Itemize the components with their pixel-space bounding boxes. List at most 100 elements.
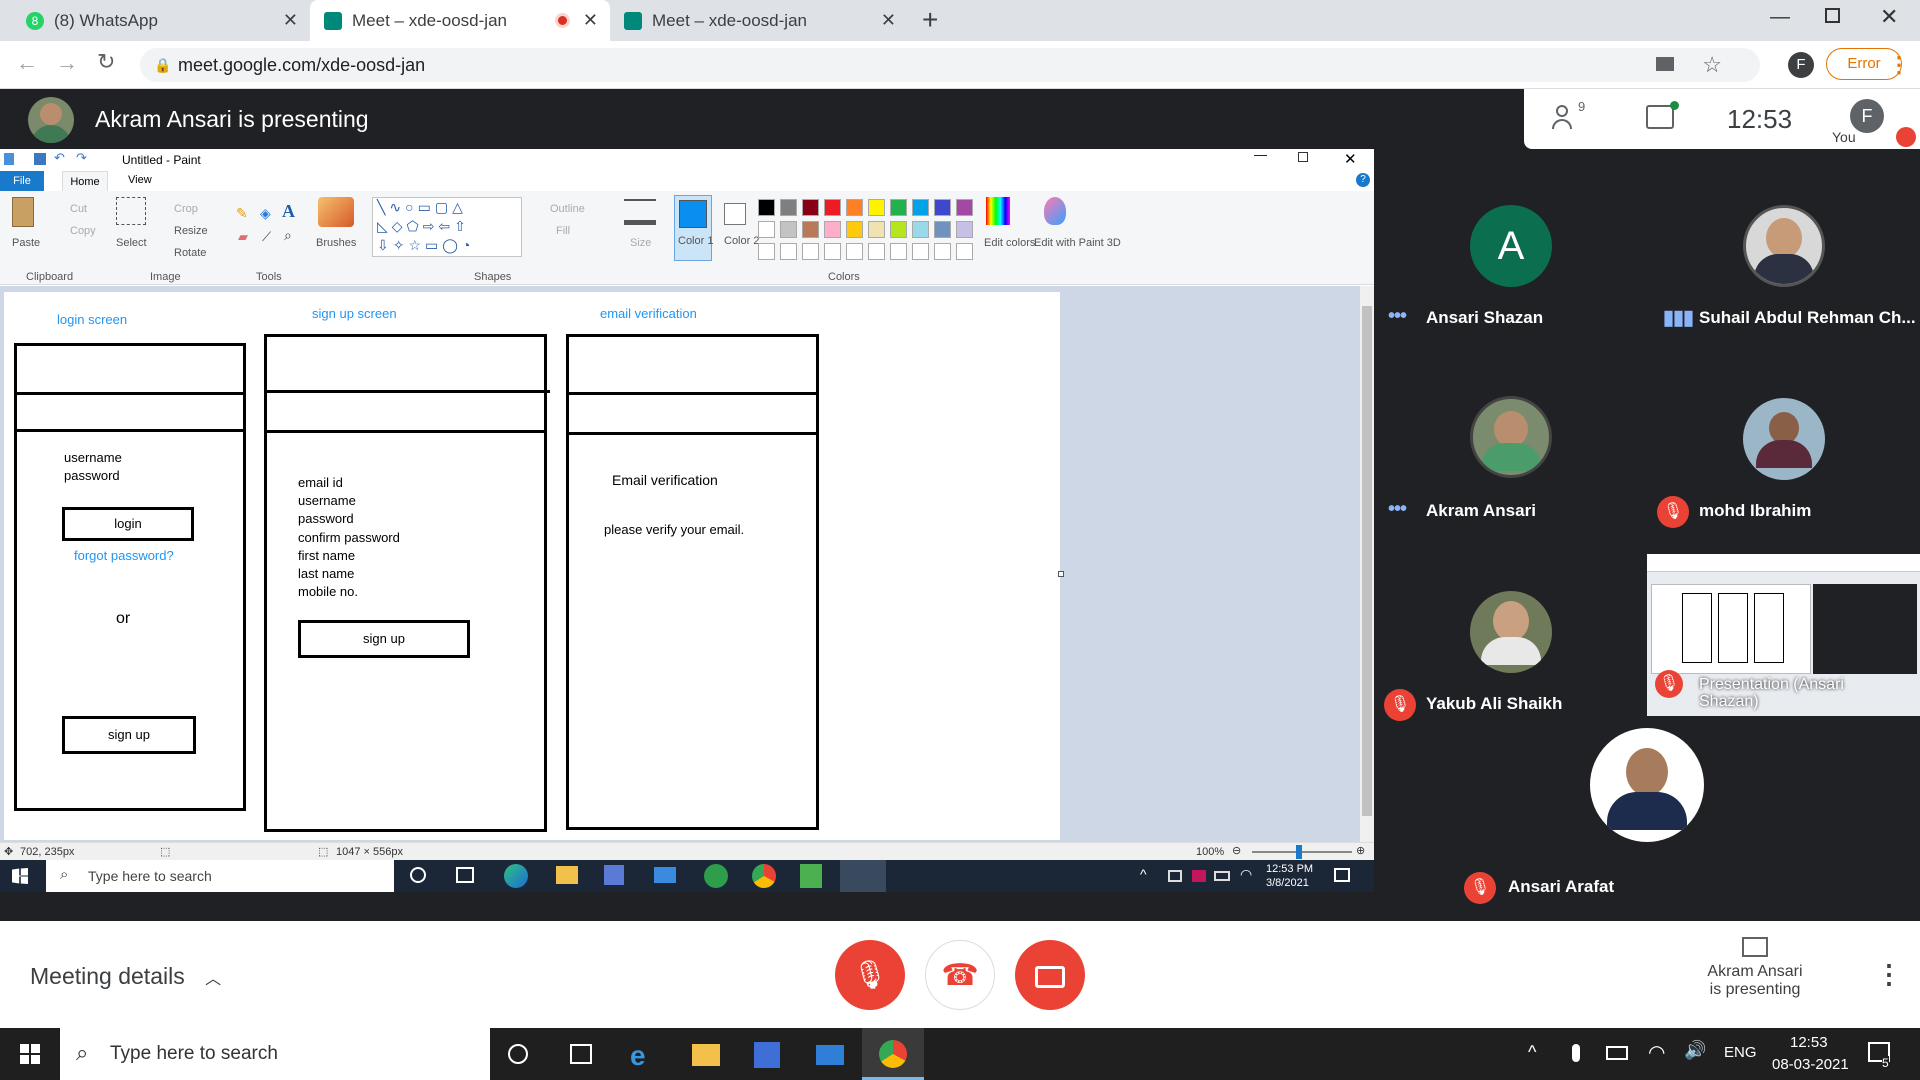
- color-swatch[interactable]: [846, 221, 863, 238]
- language-indicator[interactable]: ENG: [1724, 1044, 1757, 1061]
- minimize-icon[interactable]: —: [1770, 6, 1790, 29]
- new-tab-icon[interactable]: +: [922, 4, 938, 36]
- empty-color-swatch[interactable]: [868, 243, 885, 260]
- tab-meet-active[interactable]: Meet – xde-oosd-jan ✕: [310, 0, 610, 41]
- url-input[interactable]: 🔒 meet.google.com/xde-oosd-jan ☆: [140, 48, 1760, 82]
- paint-minimize-icon[interactable]: —: [1254, 147, 1267, 162]
- zoom-in-icon[interactable]: ⊕: [1356, 844, 1365, 857]
- canvas-resize-handle[interactable]: [1058, 571, 1064, 577]
- empty-color-swatch[interactable]: [846, 243, 863, 260]
- help-icon[interactable]: ?: [1356, 173, 1370, 187]
- paste-label[interactable]: Paste: [12, 237, 40, 249]
- empty-color-swatch[interactable]: [912, 243, 929, 260]
- reload-icon[interactable]: ↻: [97, 49, 115, 75]
- mail-icon[interactable]: [816, 1045, 844, 1065]
- close-tab-icon[interactable]: ✕: [583, 10, 598, 31]
- participant-tile[interactable]: A ••• Ansari Shazan: [1374, 149, 1647, 342]
- paint-restore-icon[interactable]: [1298, 152, 1308, 162]
- paste-icon[interactable]: [12, 197, 34, 227]
- crop-button[interactable]: Crop: [174, 203, 198, 215]
- empty-color-swatch[interactable]: [934, 243, 951, 260]
- battery-icon[interactable]: [1606, 1046, 1628, 1060]
- menu-icon[interactable]: ⋮: [1888, 52, 1910, 78]
- paint-close-icon[interactable]: ✕: [1344, 150, 1357, 168]
- color-swatch[interactable]: [934, 199, 951, 216]
- eraser-icon[interactable]: ▰: [238, 229, 248, 245]
- camera-toggle-button[interactable]: [1015, 940, 1085, 1010]
- participant-tile[interactable]: 🎙 Ansari Arafat: [1456, 728, 1828, 921]
- color2-button[interactable]: [724, 203, 746, 225]
- tab-meet-2[interactable]: Meet – xde-oosd-jan ✕: [610, 0, 908, 41]
- volume-icon[interactable]: 🔊: [1684, 1040, 1706, 1061]
- ribbon-tab-view[interactable]: View: [128, 174, 152, 186]
- participant-tile[interactable]: ••• Akram Ansari: [1374, 342, 1647, 535]
- color-swatch[interactable]: [890, 221, 907, 238]
- mail-icon[interactable]: [654, 867, 676, 883]
- paint-taskbar-icon[interactable]: [840, 860, 886, 892]
- color-swatch[interactable]: [824, 221, 841, 238]
- chat-icon[interactable]: [1646, 105, 1674, 129]
- pencil-icon[interactable]: ✎: [236, 205, 248, 222]
- participant-tile[interactable]: 🎙 Yakub Ali Shaikh: [1374, 535, 1647, 728]
- wifi-icon[interactable]: ◠: [1648, 1040, 1665, 1065]
- app-icon[interactable]: [704, 864, 728, 888]
- windows-start-icon[interactable]: [20, 1044, 40, 1064]
- color-swatch[interactable]: [780, 199, 797, 216]
- zoom-slider-thumb[interactable]: [1296, 845, 1302, 859]
- paint-canvas[interactable]: login screen username password login for…: [4, 292, 1060, 840]
- color-swatch[interactable]: [802, 199, 819, 216]
- edge-icon[interactable]: e: [630, 1040, 646, 1072]
- bookmark-star-icon[interactable]: ☆: [1702, 48, 1722, 82]
- edge-icon[interactable]: [504, 864, 528, 888]
- select-icon[interactable]: [116, 197, 146, 225]
- more-options-icon[interactable]: ⋮: [1876, 959, 1902, 990]
- size-label[interactable]: Size: [630, 237, 651, 249]
- redo-icon[interactable]: ↷: [76, 150, 87, 166]
- taskbar-search-box[interactable]: ⌕ Type here to search: [60, 1028, 490, 1080]
- outline-button[interactable]: Outline: [550, 203, 585, 215]
- resize-button[interactable]: Resize: [174, 225, 208, 237]
- microphone-icon[interactable]: [1572, 1044, 1580, 1062]
- zoom-slider[interactable]: [1252, 851, 1352, 853]
- notification-icon[interactable]: [1334, 868, 1350, 882]
- fill-icon[interactable]: ◈: [260, 205, 271, 222]
- zoom-out-icon[interactable]: ⊖: [1232, 844, 1241, 857]
- empty-color-swatch[interactable]: [802, 243, 819, 260]
- leave-call-button[interactable]: ☎: [925, 940, 995, 1010]
- color-swatch[interactable]: [824, 199, 841, 216]
- color-picker-icon[interactable]: ⟋: [262, 229, 271, 245]
- edit-colors-icon[interactable]: [986, 197, 1010, 225]
- tab-whatsapp[interactable]: 8 (8) WhatsApp ✕: [12, 0, 310, 41]
- close-window-icon[interactable]: ✕: [1880, 4, 1898, 30]
- save-icon[interactable]: [34, 153, 46, 165]
- windows-start-icon[interactable]: [12, 868, 28, 884]
- tray-icon[interactable]: [1192, 870, 1206, 882]
- magnifier-icon[interactable]: ⌕: [284, 227, 292, 244]
- task-view-icon[interactable]: [456, 867, 474, 883]
- cut-button[interactable]: Cut: [70, 203, 87, 215]
- edit-3d-label[interactable]: Edit with Paint 3D: [1034, 237, 1121, 249]
- chrome-taskbar-button[interactable]: [862, 1028, 924, 1080]
- text-tool-icon[interactable]: A: [282, 201, 295, 222]
- undo-icon[interactable]: ↶: [54, 150, 65, 166]
- meeting-details-button[interactable]: Meeting details ︿: [30, 963, 221, 990]
- maximize-icon[interactable]: [1825, 8, 1840, 23]
- camera-blocked-icon[interactable]: [1656, 57, 1674, 71]
- wifi-icon[interactable]: ◠: [1240, 866, 1252, 883]
- color-swatch[interactable]: [956, 221, 973, 238]
- color-swatch[interactable]: [956, 199, 973, 216]
- vertical-scrollbar[interactable]: [1360, 286, 1374, 842]
- ribbon-tab-file[interactable]: File: [0, 171, 44, 191]
- tray-icon[interactable]: [1168, 870, 1182, 882]
- app-icon[interactable]: [800, 864, 822, 888]
- file-explorer-icon[interactable]: [556, 866, 578, 884]
- participant-tile[interactable]: 🎙 mohd Ibrahim: [1647, 342, 1920, 535]
- tray-chevron-icon[interactable]: ^: [1528, 1042, 1536, 1063]
- color-swatch[interactable]: [758, 221, 775, 238]
- brushes-icon[interactable]: [318, 197, 354, 227]
- empty-color-swatch[interactable]: [824, 243, 841, 260]
- color-swatch[interactable]: [868, 221, 885, 238]
- color-swatch[interactable]: [890, 199, 907, 216]
- participant-tile[interactable]: ▮▮▮ Suhail Abdul Rehman Ch...: [1647, 149, 1920, 342]
- size-icon[interactable]: [624, 199, 656, 225]
